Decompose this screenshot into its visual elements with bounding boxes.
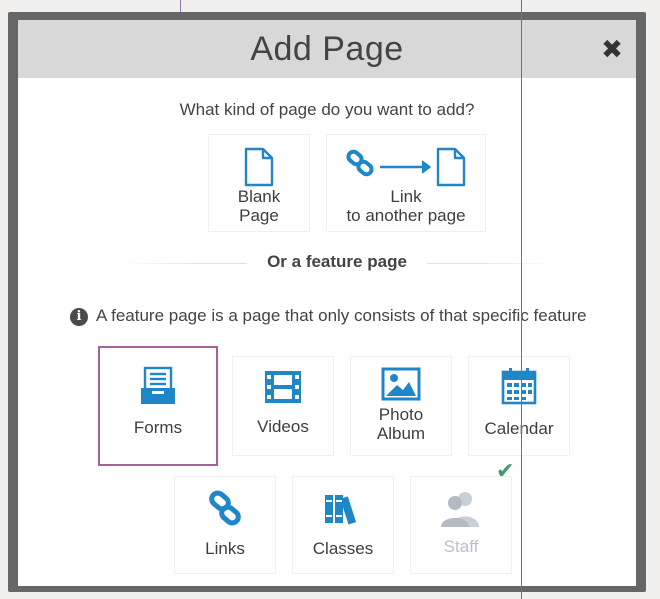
link-to-page-icon <box>346 147 466 187</box>
classes-feature-button[interactable]: Classes <box>292 476 394 574</box>
blank-page-label-line1: Blank <box>237 187 281 206</box>
blank-page-label-line2: Page <box>239 206 279 225</box>
link-page-label-line1: Link <box>390 187 422 206</box>
forms-icon <box>141 366 175 404</box>
info-icon: i <box>70 308 88 326</box>
calendar-icon <box>501 368 537 405</box>
photo-album-label-line1: Photo <box>378 405 424 424</box>
links-feature-button[interactable]: Links <box>174 476 276 574</box>
add-page-dialog: Add Page ✖ What kind of page do you want… <box>8 12 646 592</box>
dialog-title: Add Page <box>250 30 404 68</box>
link-page-label-line2: to another page <box>346 206 466 225</box>
close-button[interactable]: ✖ <box>596 33 628 65</box>
film-icon <box>265 371 301 403</box>
question-text: What kind of page do you want to add? <box>179 100 475 119</box>
forms-label: Forms <box>133 418 183 437</box>
staff-icon <box>441 492 479 527</box>
staff-label: Staff <box>443 537 479 556</box>
videos-feature-button[interactable]: Videos <box>232 356 334 456</box>
link-to-page-button[interactable]: Link to another page <box>326 134 486 232</box>
photo-icon <box>381 367 421 401</box>
calendar-label: Calendar <box>484 419 554 438</box>
dialog-header: Add Page ✖ <box>18 20 636 78</box>
checkmark-icon: ✔ <box>496 458 515 483</box>
blank-page-icon <box>244 147 274 187</box>
links-label: Links <box>205 539 245 558</box>
info-text: A feature page is a page that only consi… <box>96 306 587 325</box>
info-message: i A feature page is a page that only cons… <box>70 306 630 326</box>
classes-label: Classes <box>312 539 374 558</box>
guide-line-overlay <box>521 0 522 599</box>
videos-label: Videos <box>257 417 309 436</box>
blank-page-button[interactable]: Blank Page <box>208 134 310 232</box>
chain-link-icon <box>209 490 241 526</box>
forms-feature-button[interactable]: Forms <box>98 346 218 466</box>
calendar-feature-button[interactable]: Calendar <box>468 356 570 456</box>
books-icon <box>325 495 357 525</box>
staff-feature-button[interactable]: Staff <box>410 476 512 574</box>
photo-album-feature-button[interactable]: Photo Album <box>350 356 452 456</box>
dialog-body: What kind of page do you want to add? Bl… <box>18 78 636 586</box>
feature-section-heading: Or a feature page <box>247 252 427 272</box>
photo-album-label-line2: Album <box>376 424 426 443</box>
